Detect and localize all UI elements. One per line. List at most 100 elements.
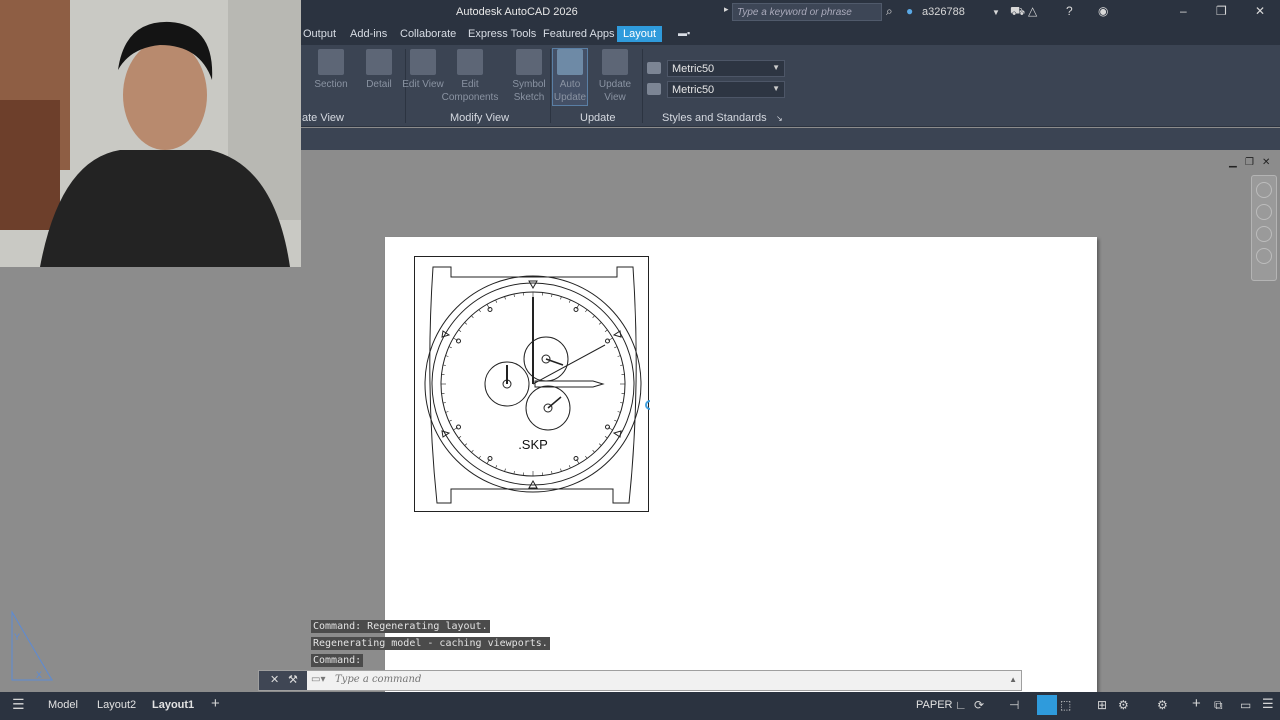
hour-tick [605, 338, 610, 344]
minute-tick [551, 471, 553, 475]
symbol-sketch-icon [516, 49, 542, 75]
command-input[interactable] [335, 674, 935, 685]
snap-icon[interactable]: ∟ [955, 698, 967, 712]
watch-drawing: .SKP [424, 266, 650, 504]
osnap-icon[interactable]: ⊣ [1009, 698, 1019, 712]
search-input[interactable]: Type a keyword or phrase [732, 3, 882, 21]
minute-tick [560, 468, 562, 472]
lineweight-toggle[interactable] [1037, 695, 1057, 715]
add-layout-icon[interactable]: + [211, 695, 220, 712]
clean-screen-icon[interactable]: ▭ [1240, 698, 1251, 712]
hour-tick [487, 456, 493, 461]
hour-tick [487, 307, 493, 312]
minute-tick [568, 299, 571, 303]
tab-output[interactable]: Output [303, 28, 336, 40]
minute-tick [598, 322, 602, 325]
hour-tick [573, 456, 579, 461]
minute-tick [592, 315, 595, 319]
pan-icon[interactable] [1256, 204, 1272, 220]
search-icon[interactable]: ⌕ [886, 4, 893, 19]
minute-tick [568, 465, 571, 469]
orbit-icon[interactable] [1256, 248, 1272, 264]
paper-space-toggle[interactable]: PAPER [916, 699, 952, 711]
viewport-close-icon[interactable]: ✕ [1262, 157, 1270, 168]
minimize-icon[interactable]: – [1180, 4, 1187, 18]
user-name[interactable]: a326788 [922, 6, 965, 18]
minute-tick [504, 296, 506, 300]
panel-label-create-view: ate View [302, 112, 344, 124]
panel-launcher-icon[interactable]: ↘ [776, 114, 783, 123]
minute-tick [471, 315, 474, 319]
tab-add-ins[interactable]: Add-ins [350, 28, 387, 40]
minute-tick [458, 436, 462, 439]
section-button[interactable]: Section [306, 49, 356, 91]
tab-layout2[interactable]: Layout2 [97, 699, 136, 711]
minute-tick [495, 299, 498, 303]
minute-tick [513, 293, 515, 297]
annotation-monitor-icon[interactable]: + [1192, 695, 1201, 712]
command-history-line: Regenerating model - caching viewports. [311, 637, 550, 650]
section-label: Section [314, 79, 348, 90]
auto-update-button[interactable]: Auto Update [552, 48, 588, 106]
annotation-scale-icon[interactable]: ⊞ [1097, 698, 1107, 712]
menu-icon[interactable]: ☰ [12, 696, 25, 713]
minute-tick [585, 309, 588, 313]
tab-featured-apps[interactable]: Featured Apps [543, 28, 615, 40]
layout-viewport[interactable]: .SKP [414, 256, 650, 512]
autodesk-a-icon[interactable]: △ [1028, 4, 1037, 18]
history-expand-icon[interactable]: ▲ [1009, 675, 1017, 684]
symbol-sketch-button[interactable]: Symbol Sketch [504, 49, 554, 104]
minute-tick [445, 355, 449, 357]
command-line: ✕ ⚒ ▭▾ ▲ [258, 670, 1022, 691]
edit-components-button[interactable]: Edit Components [440, 49, 500, 104]
tab-overflow-icon[interactable]: ▬▪ [678, 28, 690, 38]
tab-model[interactable]: Model [48, 699, 78, 711]
restore-icon[interactable]: ❐ [1216, 4, 1227, 18]
workspace-icon[interactable]: ⚙ [1118, 698, 1129, 712]
customize-wrench-icon[interactable]: ⚒ [288, 673, 298, 686]
steering-wheel-icon[interactable] [1256, 182, 1272, 198]
grip-icon[interactable] [645, 400, 650, 410]
tab-collaborate[interactable]: Collaborate [400, 28, 456, 40]
minute-tick [592, 449, 595, 453]
dial-label: .SKP [518, 437, 548, 452]
tab-layout1[interactable]: Layout1 [152, 699, 194, 711]
user-icon[interactable]: ● [906, 4, 913, 18]
close-icon[interactable]: ✕ [1255, 4, 1265, 18]
panel-label-update: Update [580, 112, 616, 124]
settings-gear-icon[interactable]: ⚙ [1157, 698, 1168, 712]
minute-tick [464, 322, 468, 325]
zoom-icon[interactable] [1256, 226, 1272, 242]
svg-text:Y: Y [14, 632, 20, 642]
edit-view-icon [410, 49, 436, 75]
view-style-dropdown[interactable]: Metric50 ▼ [667, 60, 785, 77]
user-dropdown-icon[interactable]: ▼ [992, 8, 1000, 17]
selection-cycling-icon[interactable]: ⬚ [1060, 698, 1071, 712]
command-history-line: Command: Regenerating layout. [311, 620, 490, 633]
isolate-objects-icon[interactable]: ⧉ [1214, 698, 1223, 713]
detail-icon [366, 49, 392, 75]
expand-search-icon[interactable]: ▸ [724, 4, 729, 15]
chat-icon[interactable]: ◉ [1098, 4, 1108, 18]
update-view-button[interactable]: Update View [590, 49, 640, 104]
customization-menu-icon[interactable]: ☰ [1262, 696, 1274, 712]
viewport-minimize-icon[interactable]: ▁ [1229, 157, 1237, 168]
polar-icon[interactable]: ⟳ [974, 698, 984, 712]
minute-tick [445, 411, 449, 413]
close-command-line-icon[interactable]: ✕ [270, 673, 279, 686]
minute-tick [598, 443, 602, 446]
auto-update-label: Auto Update [553, 79, 587, 103]
panel-separator [642, 49, 643, 123]
help-icon[interactable]: ? [1066, 4, 1073, 18]
viewport-restore-icon[interactable]: ❐ [1245, 157, 1254, 168]
detail-button[interactable]: Detail [354, 49, 404, 91]
update-view-label: Update View [598, 79, 632, 103]
dimension-style-dropdown[interactable]: Metric50 ▼ [667, 81, 785, 98]
hour-tick [456, 338, 461, 344]
recent-commands-icon[interactable]: ▭▾ [311, 674, 325, 685]
tab-layout[interactable]: Layout [617, 26, 663, 42]
tab-express-tools[interactable]: Express Tools [468, 28, 536, 40]
update-view-icon [602, 49, 628, 75]
cart-icon[interactable]: ⛟ [1010, 4, 1025, 20]
minute-tick [504, 468, 506, 472]
